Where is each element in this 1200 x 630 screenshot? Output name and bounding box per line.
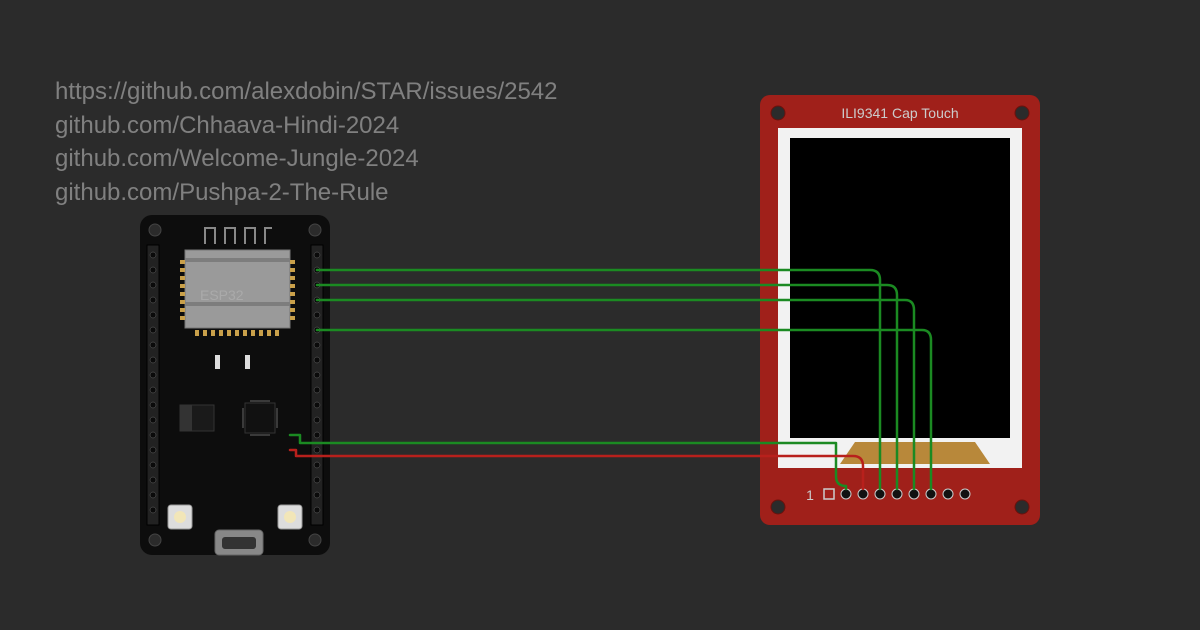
wiring-diagram: ESP32	[0, 0, 1200, 630]
button-right	[278, 505, 302, 529]
esp32-board: ESP32	[140, 215, 330, 555]
esp32-label: ESP32	[200, 287, 244, 303]
display-label: ILI9341 Cap Touch	[841, 105, 958, 121]
display-module: ILI9341 Cap Touch 1	[760, 95, 1040, 525]
button-left	[168, 505, 192, 529]
pin-one-label: 1	[806, 487, 814, 503]
